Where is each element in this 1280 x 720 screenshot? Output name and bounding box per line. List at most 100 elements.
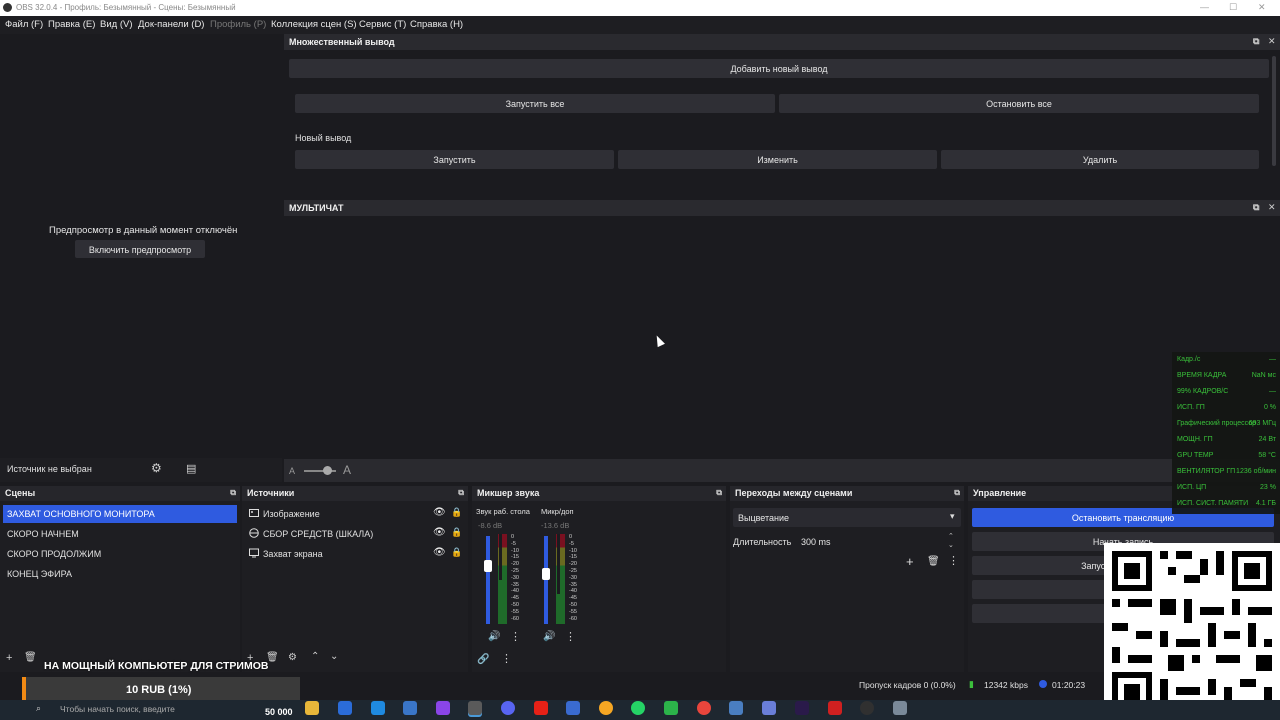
float-dock-icon[interactable]: ⧉ xyxy=(1253,36,1259,47)
font-small-icon[interactable]: A xyxy=(289,466,295,476)
float-panel-icon[interactable]: ⧉ xyxy=(230,488,236,498)
close-dock-icon[interactable]: ✕ xyxy=(1268,202,1276,213)
font-large-icon[interactable]: A xyxy=(343,463,351,477)
close-dock-icon[interactable]: ✕ xyxy=(1268,36,1276,47)
menu-file[interactable]: Файл (F) xyxy=(5,19,43,30)
speaker-icon[interactable]: 🔊 xyxy=(543,631,555,642)
app-icon[interactable] xyxy=(828,701,842,715)
youtube-icon[interactable] xyxy=(534,701,548,715)
lock-icon[interactable]: 🔒 xyxy=(451,547,462,558)
source-properties-gear-icon[interactable]: ⚙ xyxy=(151,461,162,475)
scene-item[interactable]: СКОРО НАЧНЕМ xyxy=(3,525,237,543)
volume-slider-handle[interactable] xyxy=(542,568,550,580)
source-item[interactable]: Захват экрана 👁 🔒 xyxy=(245,545,463,563)
visibility-eye-icon[interactable]: 👁 xyxy=(433,547,446,558)
donationalerts-icon[interactable] xyxy=(599,701,613,715)
maximize-icon[interactable]: ☐ xyxy=(1229,2,1237,13)
menu-edit[interactable]: Правка (E) xyxy=(48,19,95,30)
channel-menu-icon[interactable]: ⋮ xyxy=(565,630,576,643)
volume-slider-track[interactable] xyxy=(486,536,490,624)
scene-item[interactable]: СКОРО ПРОДОЛЖИМ xyxy=(3,545,237,563)
menu-scene-collection[interactable]: Коллекция сцен (S) xyxy=(271,19,357,30)
premiere-icon[interactable] xyxy=(795,701,809,715)
volume-slider-track[interactable] xyxy=(544,536,548,624)
stat-key: ВЕНТИЛЯТОР ГП xyxy=(1177,468,1236,475)
source-item[interactable]: Изображение 👁 🔒 xyxy=(245,505,463,523)
float-panel-icon[interactable]: ⧉ xyxy=(716,488,722,498)
menu-profile[interactable]: Профиль (P) xyxy=(210,19,266,30)
scene-item[interactable]: ЗАХВАТ ОСНОВНОГО МОНИТОРА xyxy=(3,505,237,523)
source-item[interactable]: СБОР СРЕДСТВ (ШКАЛА) 👁 🔒 xyxy=(245,525,463,543)
enable-preview-button[interactable]: Включить предпросмотр xyxy=(75,240,205,258)
move-up-icon[interactable]: ⌃ xyxy=(311,651,319,662)
channel-menu-icon[interactable]: ⋮ xyxy=(510,630,521,643)
db-tick: -5 xyxy=(569,540,574,547)
app-icon[interactable] xyxy=(566,701,580,715)
stat-value: 23 % xyxy=(1260,484,1276,491)
scrollbar[interactable] xyxy=(1272,56,1276,166)
chrome-icon[interactable] xyxy=(697,701,711,715)
menu-docks[interactable]: Док-панели (D) xyxy=(138,19,204,30)
float-panel-icon[interactable]: ⧉ xyxy=(954,488,960,498)
stop-streaming-label: Остановить трансляцию xyxy=(1071,513,1175,523)
edit-output-button[interactable]: Изменить xyxy=(618,150,937,169)
start-output-button[interactable]: Запустить xyxy=(295,150,614,169)
lock-icon[interactable]: 🔒 xyxy=(451,527,462,538)
menu-help[interactable]: Справка (H) xyxy=(410,19,463,30)
duration-spinbox[interactable]: 300 ms ⌃ ⌄ xyxy=(796,532,961,551)
mixer-link-icon[interactable]: 🔗 xyxy=(477,654,489,665)
app-icon[interactable] xyxy=(664,701,678,715)
stop-all-button[interactable]: Остановить все xyxy=(779,94,1259,113)
donation-goal-target: 50 000 xyxy=(265,707,293,717)
app-icon[interactable] xyxy=(729,701,743,715)
search-icon[interactable]: ⌕ xyxy=(36,703,41,714)
menu-tools[interactable]: Сервис (T) xyxy=(359,19,406,30)
twitch-icon[interactable] xyxy=(436,701,450,715)
close-window-icon[interactable]: ✕ xyxy=(1258,2,1266,13)
start-all-button[interactable]: Запустить все xyxy=(295,94,775,113)
delete-output-button[interactable]: Удалить xyxy=(941,150,1259,169)
transition-select[interactable]: Выцветание ▾ xyxy=(733,508,961,527)
menu-view[interactable]: Вид (V) xyxy=(100,19,133,30)
store-icon[interactable] xyxy=(338,701,352,715)
lock-icon[interactable]: 🔒 xyxy=(451,507,462,518)
multi-output-title: Множественный вывод xyxy=(289,37,395,47)
scene-item[interactable]: КОНЕЦ ЭФИРА xyxy=(3,565,237,583)
spin-down-icon[interactable]: ⌄ xyxy=(948,541,954,549)
start-output-label: Запустить xyxy=(433,155,476,165)
spin-up-icon[interactable]: ⌃ xyxy=(948,532,954,540)
taskbar-search-input[interactable]: Чтобы начать поиск, введите xyxy=(60,704,175,714)
channel-name: Звук раб. стола xyxy=(476,507,530,516)
add-scene-icon[interactable]: + xyxy=(6,652,12,664)
duration-label: Длительность xyxy=(733,537,792,547)
app-icon[interactable] xyxy=(762,701,776,715)
app-icon[interactable] xyxy=(893,701,907,715)
font-size-slider-handle[interactable] xyxy=(323,466,332,475)
transition-menu-icon[interactable]: ⋮ xyxy=(948,554,959,567)
stats-overlay: Кадр./с — ВРЕМЯ КАДРА NaN мс 99% КАДРОВ/С —… xyxy=(1172,352,1280,514)
remove-scene-icon[interactable]: 🗑 xyxy=(24,652,37,663)
remove-transition-icon[interactable]: 🗑 xyxy=(927,556,940,567)
app-icon[interactable] xyxy=(403,701,417,715)
move-down-icon[interactable]: ⌄ xyxy=(330,651,338,662)
mixer-menu-icon[interactable]: ⋮ xyxy=(501,652,512,665)
source-settings-gear-icon[interactable]: ⚙ xyxy=(288,652,297,663)
volume-slider-handle[interactable] xyxy=(484,560,492,572)
minimize-icon[interactable]: — xyxy=(1200,2,1209,12)
preview-area: Предпросмотр в данный момент отключён Вк… xyxy=(0,34,282,458)
visibility-eye-icon[interactable]: 👁 xyxy=(433,527,446,538)
float-dock-icon[interactable]: ⧉ xyxy=(1253,202,1259,213)
source-filters-icon[interactable]: ▤ xyxy=(186,462,196,475)
add-output-button[interactable]: Добавить новый вывод xyxy=(289,59,1269,78)
visibility-eye-icon[interactable]: 👁 xyxy=(433,507,446,518)
whatsapp-icon[interactable] xyxy=(631,701,645,715)
file-explorer-icon[interactable] xyxy=(305,701,319,715)
edge-icon[interactable] xyxy=(371,701,385,715)
app-icon[interactable] xyxy=(860,701,874,715)
add-transition-icon[interactable]: + xyxy=(906,554,914,569)
discord-icon[interactable] xyxy=(501,701,515,715)
float-panel-icon[interactable]: ⧉ xyxy=(458,488,464,498)
obs-taskbar-icon[interactable] xyxy=(468,701,482,715)
speaker-icon[interactable]: 🔊 xyxy=(488,631,500,642)
db-tick: -15 xyxy=(511,554,519,561)
